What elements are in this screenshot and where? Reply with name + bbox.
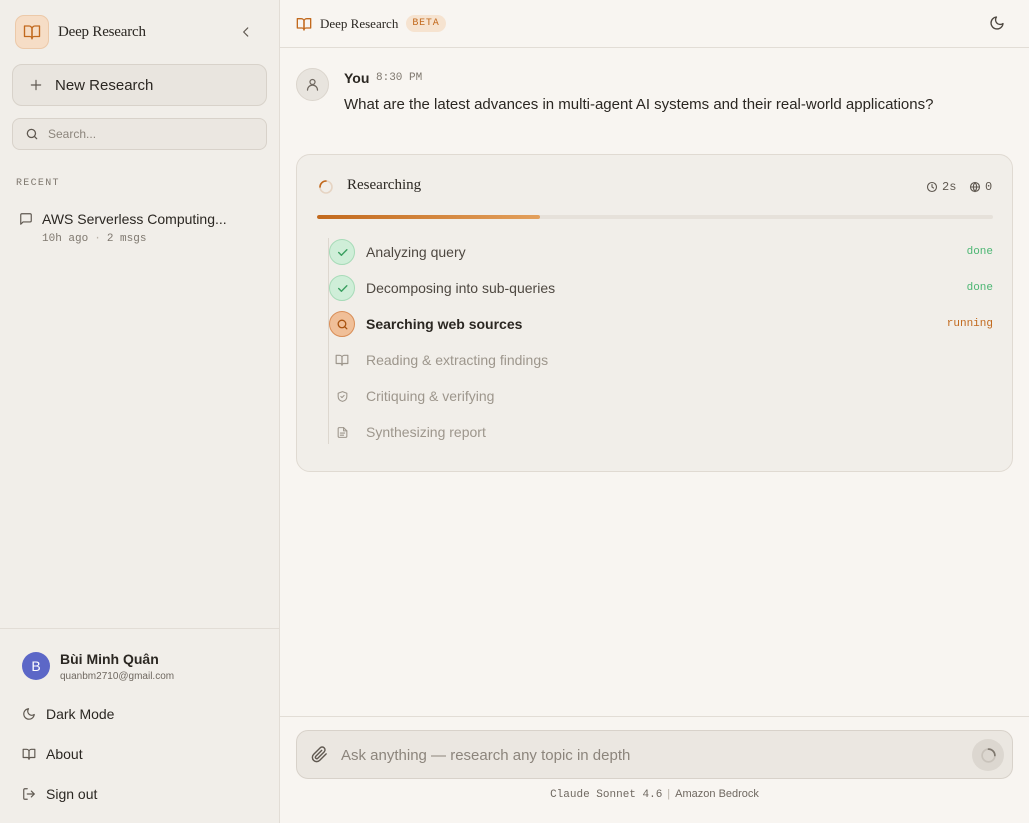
search-box bbox=[12, 118, 267, 150]
shield-icon bbox=[337, 390, 347, 402]
message-avatar bbox=[296, 68, 329, 101]
top-bar: Deep Research BETA bbox=[280, 0, 1029, 48]
brand-name: Deep Research bbox=[58, 23, 146, 40]
logo bbox=[15, 15, 49, 49]
plus-icon bbox=[30, 79, 42, 91]
sources-count: 0 bbox=[969, 180, 992, 194]
step-label: Critiquing & verifying bbox=[366, 388, 495, 404]
progress-bar bbox=[317, 215, 993, 219]
chat-icon bbox=[20, 213, 32, 225]
about-button[interactable]: About bbox=[12, 739, 267, 769]
user-icon bbox=[306, 78, 319, 91]
about-label: About bbox=[46, 746, 83, 762]
top-title: Deep Research bbox=[320, 15, 399, 31]
timeline-line bbox=[328, 238, 329, 444]
research-progress-card: Researching 2s 0 Analyzing query done Deco… bbox=[296, 154, 1013, 472]
conversation-meta: 10h ago · 2 msgs bbox=[42, 233, 146, 245]
research-step: Synthesizing report bbox=[328, 418, 993, 446]
sidebar: Deep Research New Research RECENT AWS Se… bbox=[0, 0, 280, 823]
book-icon bbox=[335, 354, 349, 366]
message-time: 8:30 PM bbox=[376, 72, 423, 84]
dark-mode-button[interactable]: Dark Mode bbox=[12, 699, 267, 729]
elapsed-time: 2s bbox=[926, 180, 956, 194]
book-icon bbox=[296, 17, 312, 31]
check-icon bbox=[337, 284, 348, 292]
step-label: Searching web sources bbox=[366, 316, 523, 332]
spinner-icon bbox=[980, 747, 996, 763]
step-label: Reading & extracting findings bbox=[366, 352, 549, 368]
step-status-indicator bbox=[329, 239, 355, 265]
user-email: quanbm2710@gmail.com bbox=[60, 671, 175, 682]
search-input[interactable] bbox=[48, 127, 248, 141]
step-status: running bbox=[946, 318, 993, 330]
research-step: Analyzing query done bbox=[328, 238, 993, 266]
new-research-button[interactable]: New Research bbox=[12, 64, 267, 106]
book-icon bbox=[22, 748, 36, 760]
sidebar-footer: B Bùi Minh Quân quanbm2710@gmail.com Dar… bbox=[0, 628, 279, 823]
new-research-label: New Research bbox=[55, 76, 154, 94]
dark-mode-label: Dark Mode bbox=[46, 706, 115, 722]
step-status-indicator bbox=[329, 383, 355, 409]
step-status-indicator bbox=[329, 347, 355, 373]
elapsed-value: 2s bbox=[942, 180, 957, 194]
conversation-item[interactable]: AWS Serverless Computing... 10h ago · 2 ms… bbox=[12, 206, 267, 252]
user-name: Bùi Minh Quân bbox=[60, 651, 159, 667]
beta-badge: BETA bbox=[406, 15, 446, 32]
sidebar-header: Deep Research bbox=[15, 15, 265, 49]
sign-out-icon bbox=[23, 788, 35, 800]
conversation-time: 10h ago bbox=[42, 233, 89, 245]
message-text: What are the latest advances in multi-ag… bbox=[344, 96, 934, 113]
send-button[interactable] bbox=[972, 739, 1004, 771]
step-status-indicator bbox=[329, 275, 355, 301]
recent-label: RECENT bbox=[16, 178, 60, 189]
top-brand: Deep Research BETA bbox=[296, 15, 446, 32]
step-status-indicator bbox=[329, 419, 355, 445]
paperclip-icon bbox=[311, 746, 327, 763]
chevron-left-icon bbox=[243, 27, 249, 37]
composer bbox=[296, 730, 1013, 779]
step-status: done bbox=[966, 246, 993, 258]
collapse-sidebar-button[interactable] bbox=[237, 23, 255, 41]
model-name: Claude Sonnet 4.6 bbox=[550, 789, 663, 801]
check-icon bbox=[337, 248, 348, 256]
step-label: Analyzing query bbox=[366, 244, 466, 260]
composer-input[interactable] bbox=[341, 743, 961, 767]
research-step: Critiquing & verifying bbox=[328, 382, 993, 410]
step-status: done bbox=[966, 282, 993, 294]
sources-value: 0 bbox=[985, 180, 993, 194]
model-separator: | bbox=[667, 788, 671, 800]
moon-icon bbox=[990, 16, 1004, 30]
conversation-title: AWS Serverless Computing... bbox=[42, 211, 227, 227]
sign-out-button[interactable]: Sign out bbox=[12, 779, 267, 809]
document-icon bbox=[337, 426, 347, 438]
attach-button[interactable] bbox=[311, 746, 329, 764]
research-step: Decomposing into sub-queries done bbox=[328, 274, 993, 302]
research-step: Searching web sources running bbox=[328, 310, 993, 338]
book-icon bbox=[23, 25, 41, 40]
model-info: Claude Sonnet 4.6 | Amazon Bedrock bbox=[280, 788, 1029, 801]
message-sender: You bbox=[344, 70, 370, 86]
step-status-indicator bbox=[329, 311, 355, 337]
composer-area: Claude Sonnet 4.6 | Amazon Bedrock bbox=[280, 716, 1029, 823]
clock-icon bbox=[926, 181, 938, 193]
research-status-title: Researching bbox=[347, 177, 422, 193]
step-label: Synthesizing report bbox=[366, 424, 486, 440]
spinner-icon bbox=[319, 180, 333, 194]
progress-fill bbox=[317, 215, 541, 219]
moon-icon bbox=[23, 708, 35, 720]
conversation-msg-count: 2 msgs bbox=[106, 233, 147, 245]
step-label: Decomposing into sub-queries bbox=[366, 280, 556, 296]
search-icon bbox=[337, 319, 347, 329]
sign-out-label: Sign out bbox=[46, 786, 98, 802]
theme-toggle-button[interactable] bbox=[989, 15, 1007, 33]
globe-icon bbox=[969, 181, 981, 193]
research-step: Reading & extracting findings bbox=[328, 346, 993, 374]
meta-separator: · bbox=[94, 233, 101, 245]
search-icon bbox=[26, 128, 38, 140]
model-provider: Amazon Bedrock bbox=[675, 788, 759, 800]
user-avatar[interactable]: B bbox=[22, 652, 50, 680]
